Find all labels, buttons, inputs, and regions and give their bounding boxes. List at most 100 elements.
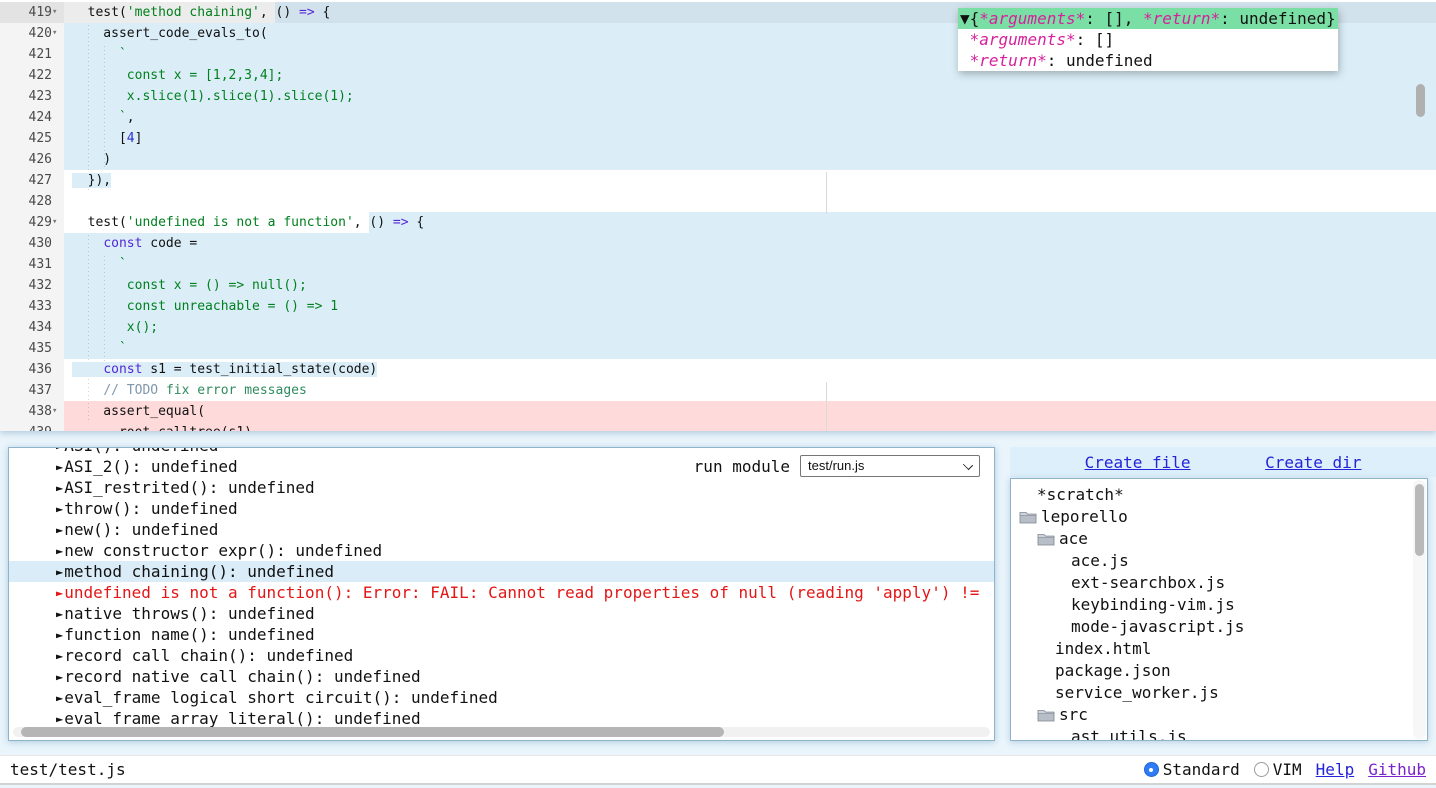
line-number-gutter[interactable]: 429▾ (0, 212, 64, 233)
fold-caret-icon[interactable]: ▾ (52, 401, 62, 422)
test-result-item[interactable]: ►ASI_restrited(): undefined (9, 477, 994, 498)
tree-folder-item[interactable]: ace (1011, 528, 1427, 550)
tooltip-entry[interactable]: *arguments*: [] (958, 29, 1338, 50)
code-line[interactable]: 438▾ assert_equal( (0, 401, 1436, 422)
line-number-gutter[interactable]: 423 (0, 86, 64, 107)
test-result-item[interactable]: ►record call chain(): undefined (9, 645, 994, 666)
expand-triangle-icon[interactable]: ► (56, 583, 63, 603)
file-tree-scrollbar-thumb[interactable] (1415, 484, 1424, 556)
line-number-gutter[interactable]: 432 (0, 275, 64, 296)
line-number-gutter[interactable]: 434 (0, 317, 64, 338)
keybinding-option-vim[interactable]: VIM (1254, 760, 1302, 779)
tree-file-item[interactable]: ext-searchbox.js (1011, 572, 1427, 594)
expand-triangle-icon[interactable]: ► (56, 447, 63, 456)
expand-triangle-icon[interactable]: ► (56, 646, 63, 666)
expand-triangle-icon[interactable]: ► (56, 541, 63, 561)
code-line-body[interactable]: [4] (64, 128, 1436, 149)
code-line-body[interactable]: ` (64, 254, 1436, 275)
line-number-gutter[interactable]: 421 (0, 44, 64, 65)
file-tree-panel[interactable]: *scratch*leporelloaceace.jsext-searchbox… (1010, 478, 1428, 741)
fold-caret-icon[interactable]: ▾ (52, 212, 62, 233)
tree-file-item[interactable]: package.json (1011, 660, 1427, 682)
line-number-gutter[interactable]: 422 (0, 65, 64, 86)
editor-vertical-scrollbar[interactable] (1416, 84, 1425, 117)
code-line[interactable]: 436 const s1 = test_initial_state(code) (0, 359, 1436, 380)
test-result-item[interactable]: ►native throws(): undefined (9, 603, 994, 624)
code-line-body[interactable]: const s1 = test_initial_state(code) (64, 359, 1436, 380)
create-dir-button[interactable]: Create dir (1265, 453, 1361, 472)
tree-folder-item[interactable]: leporello (1011, 506, 1427, 528)
line-number-gutter[interactable]: 425 (0, 128, 64, 149)
test-result-item[interactable]: ►record native call chain(): undefined (9, 666, 994, 687)
line-number-gutter[interactable]: 419▾ (0, 2, 64, 23)
test-result-item[interactable]: ►new constructor expr(): undefined (9, 540, 994, 561)
tree-file-item[interactable]: service_worker.js (1011, 682, 1427, 704)
code-line-body[interactable]: x.slice(1).slice(1).slice(1); (64, 86, 1436, 107)
github-link[interactable]: Github (1368, 760, 1426, 779)
line-number-gutter[interactable]: 427 (0, 170, 64, 191)
test-results-panel[interactable]: ►ASI(): undefined►ASI_2(): undefined►ASI… (8, 447, 995, 741)
expand-triangle-icon[interactable]: ► (56, 709, 63, 729)
tree-folder-item[interactable]: src (1011, 704, 1427, 726)
code-line-body[interactable]: const unreachable = () => 1 (64, 296, 1436, 317)
code-line-body[interactable]: const code = (64, 233, 1436, 254)
code-line[interactable]: 423 x.slice(1).slice(1).slice(1); (0, 86, 1436, 107)
code-line[interactable]: 433 const unreachable = () => 1 (0, 296, 1436, 317)
line-number-gutter[interactable]: 438▾ (0, 401, 64, 422)
code-line[interactable]: 431 ` (0, 254, 1436, 275)
line-number-gutter[interactable]: 439 (0, 422, 64, 431)
tree-file-item[interactable]: ace.js (1011, 550, 1427, 572)
expand-triangle-icon[interactable]: ► (56, 520, 63, 540)
tooltip-header[interactable]: ▼{*arguments*: [], *return*: undefined} (958, 8, 1338, 29)
code-line[interactable]: 426 ) (0, 149, 1436, 170)
console-horizontal-scrollbar[interactable] (13, 727, 990, 737)
code-line[interactable]: 430 const code = (0, 233, 1436, 254)
code-line[interactable]: 429▾ test('undefined is not a function',… (0, 212, 1436, 233)
tree-file-item[interactable]: mode-javascript.js (1011, 616, 1427, 638)
radio-unselected-icon[interactable] (1254, 762, 1269, 777)
code-editor[interactable]: 419▾ test('method chaining', () => {420▾… (0, 0, 1436, 431)
fold-caret-icon[interactable]: ▾ (52, 2, 62, 23)
expand-triangle-icon[interactable]: ► (56, 667, 63, 687)
test-result-item[interactable]: ►new(): undefined (9, 519, 994, 540)
expand-triangle-icon[interactable]: ► (56, 625, 63, 645)
code-line[interactable]: 424 `, (0, 107, 1436, 128)
code-line-body[interactable]: x(); (64, 317, 1436, 338)
expand-triangle-icon[interactable]: ► (56, 457, 63, 477)
line-number-gutter[interactable]: 436 (0, 359, 64, 380)
expand-triangle-icon[interactable]: ► (56, 604, 63, 624)
code-line-body[interactable]: ` (64, 338, 1436, 359)
keybinding-option-standard[interactable]: Standard (1144, 760, 1240, 779)
tree-file-item[interactable]: index.html (1011, 638, 1427, 660)
code-line[interactable]: 437 // TODO fix error messages (0, 380, 1436, 401)
tree-file-item[interactable]: *scratch* (1011, 484, 1427, 506)
code-line-body[interactable]: `, (64, 107, 1436, 128)
line-number-gutter[interactable]: 437 (0, 380, 64, 401)
test-result-item[interactable]: ►eval_frame logical short circuit(): und… (9, 687, 994, 708)
code-line-body[interactable] (64, 191, 1436, 212)
line-number-gutter[interactable]: 433 (0, 296, 64, 317)
test-result-item[interactable]: ►throw(): undefined (9, 498, 994, 519)
code-line[interactable]: 439 root_calltree(s1) (0, 422, 1436, 431)
file-tree-scrollbar[interactable] (1413, 480, 1426, 739)
code-line-body[interactable]: ) (64, 149, 1436, 170)
code-line-body[interactable]: test('undefined is not a function', () =… (64, 212, 1436, 233)
code-line[interactable]: 434 x(); (0, 317, 1436, 338)
create-file-button[interactable]: Create file (1085, 453, 1191, 472)
help-link[interactable]: Help (1316, 760, 1355, 779)
fold-caret-icon[interactable]: ▾ (52, 23, 62, 44)
expand-triangle-icon[interactable]: ► (56, 562, 63, 582)
test-result-item[interactable]: ►function name(): undefined (9, 624, 994, 645)
tooltip-entry[interactable]: *return*: undefined (958, 50, 1338, 71)
code-line-body[interactable]: assert_equal( (64, 401, 1436, 422)
line-number-gutter[interactable]: 424 (0, 107, 64, 128)
test-result-item[interactable]: ►undefined is not a function(): Error: F… (9, 582, 994, 603)
line-number-gutter[interactable]: 435 (0, 338, 64, 359)
code-line[interactable]: 435 ` (0, 338, 1436, 359)
test-result-item[interactable]: ►eval_frame array_literal(): undefined (9, 708, 994, 729)
run-module-select[interactable]: test/run.js (800, 455, 980, 477)
line-number-gutter[interactable]: 428 (0, 191, 64, 212)
value-tooltip[interactable]: ▼{*arguments*: [], *return*: undefined} … (958, 8, 1338, 71)
console-horizontal-scrollbar-thumb[interactable] (21, 727, 724, 737)
code-line-body[interactable]: // TODO fix error messages (64, 380, 1436, 401)
